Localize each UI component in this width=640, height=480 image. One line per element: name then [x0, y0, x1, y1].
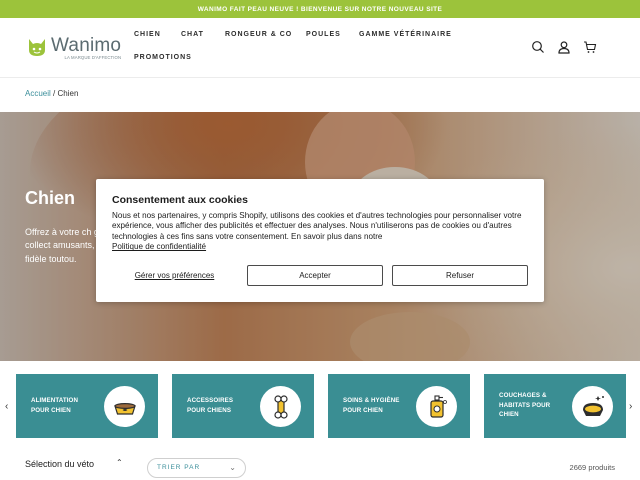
logo-tagline: LA MARQUE D'AFFECTION: [64, 55, 122, 60]
nav-item-rongeur[interactable]: RONGEUR & CO: [225, 31, 292, 38]
cookie-title: Consentement aux cookies: [112, 194, 248, 206]
shampoo-icon: [429, 394, 447, 418]
nav-item-chat[interactable]: CHAT: [181, 31, 204, 38]
site-header: Wanimo LA MARQUE D'AFFECTION CHIEN CHAT …: [0, 18, 640, 78]
accept-button[interactable]: Accepter: [247, 265, 383, 286]
category-label-line: ACCESSOIRES: [187, 397, 234, 404]
breadcrumb-home[interactable]: Accueil: [25, 89, 51, 98]
category-label-line: POUR CHIEN: [343, 406, 383, 414]
carousel-prev-icon[interactable]: ‹: [5, 401, 8, 412]
category-label-line: SOINS & HYGIÈNE: [343, 397, 400, 404]
sort-dropdown[interactable]: TRIER PAR ⌄: [147, 458, 246, 478]
category-label-line: CHIEN: [499, 411, 519, 419]
nav-item-poules[interactable]: POULES: [306, 31, 341, 38]
category-card-couchages[interactable]: COUCHAGES & HABITATS POUR CHIEN: [484, 374, 626, 438]
announcement-bar: WANIMO FAIT PEAU NEUVE ! BIENVENUE SUR N…: [0, 0, 640, 18]
filter-selection-veto[interactable]: Sélection du véto: [25, 459, 94, 469]
chevron-down-icon: ⌄: [229, 463, 236, 472]
carousel-next-icon[interactable]: ›: [629, 401, 632, 412]
dog-bowl-icon: [113, 402, 136, 415]
cookie-body-text: Nous et nos partenaires, y compris Shopi…: [112, 211, 522, 241]
privacy-policy-link[interactable]: Politique de confidentialité: [112, 242, 206, 251]
decline-button[interactable]: Refuser: [392, 265, 528, 286]
cookie-body: Nous et nos partenaires, y compris Shopi…: [112, 211, 532, 253]
category-label-line: COUCHAGES &: [499, 392, 547, 399]
account-icon[interactable]: [557, 40, 571, 54]
nav-item-gamme-veterinaire[interactable]: GAMME VÉTÉRINAIRE: [359, 31, 452, 38]
breadcrumb-current: Chien: [57, 89, 79, 98]
cookie-consent-dialog: Consentement aux cookies Nous et nos par…: [96, 179, 544, 302]
manage-preferences-button[interactable]: Gérer vos préférences: [112, 265, 237, 286]
nav-item-promotions[interactable]: PROMOTIONS: [134, 54, 192, 61]
category-card-soins-hygiene[interactable]: SOINS & HYGIÈNE POUR CHIEN: [328, 374, 470, 438]
search-icon[interactable]: [531, 40, 545, 54]
sort-label: TRIER PAR: [157, 464, 201, 471]
logo-wordmark: Wanimo: [51, 35, 122, 56]
nav-item-chien[interactable]: CHIEN: [134, 31, 161, 38]
category-label-line: POUR CHIENS: [187, 406, 232, 414]
cart-icon[interactable]: [583, 40, 597, 54]
hero-title: Chien: [25, 188, 76, 208]
dog-bed-icon: [582, 395, 604, 416]
announcement-text: WANIMO FAIT PEAU NEUVE ! BIENVENUE SUR N…: [197, 5, 443, 13]
category-label-line: POUR CHIEN: [31, 406, 71, 414]
breadcrumb-separator: /: [53, 89, 56, 98]
chevron-up-icon[interactable]: ⌃: [116, 458, 123, 467]
category-card-alimentation[interactable]: ALIMENTATION POUR CHIEN: [16, 374, 158, 438]
logo[interactable]: Wanimo LA MARQUE D'AFFECTION: [27, 36, 121, 60]
dog-bone-icon: [273, 394, 288, 419]
category-card-accessoires[interactable]: ACCESSOIRES POUR CHIENS: [172, 374, 314, 438]
breadcrumb: Accueil / Chien: [25, 89, 78, 98]
category-label-line: ALIMENTATION: [31, 397, 79, 404]
category-label-line: HABITATS POUR: [499, 401, 551, 409]
wanimo-logo-icon: [29, 39, 45, 56]
product-count: 2669 produits: [569, 463, 615, 472]
